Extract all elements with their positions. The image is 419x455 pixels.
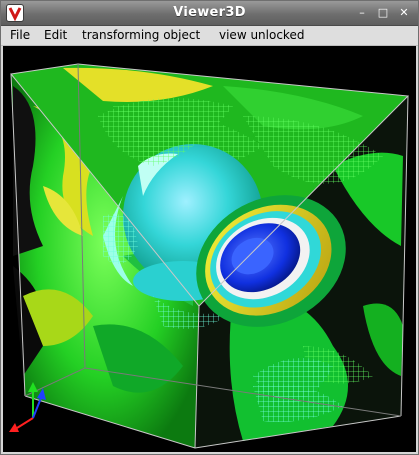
close-button[interactable]: ✕ (397, 6, 411, 20)
maximize-button[interactable]: □ (376, 6, 390, 20)
minimize-button[interactable]: – (355, 6, 369, 20)
menu-file[interactable]: File (10, 28, 30, 42)
title-bar[interactable]: Viewer3D – □ ✕ (1, 1, 418, 26)
3d-viewport[interactable] (3, 46, 416, 452)
menu-view-unlocked[interactable]: view unlocked (219, 28, 304, 42)
scene-canvas[interactable] (3, 46, 416, 452)
viewer3d-window: Viewer3D – □ ✕ File Edit transforming ob… (0, 0, 419, 455)
menu-edit[interactable]: Edit (44, 28, 67, 42)
menu-transforming-object[interactable]: transforming object (82, 28, 200, 42)
menu-bar: File Edit transforming object view unloc… (1, 26, 418, 46)
